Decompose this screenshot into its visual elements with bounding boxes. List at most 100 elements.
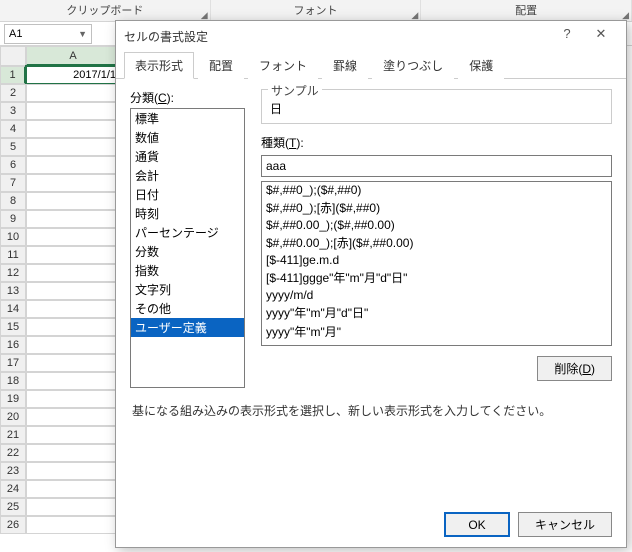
row-header[interactable]: 10	[0, 228, 26, 246]
row-header[interactable]: 8	[0, 192, 26, 210]
category-item[interactable]: 日付	[131, 185, 244, 204]
row-header[interactable]: 14	[0, 300, 26, 318]
delete-button[interactable]: 削除(D)	[537, 356, 612, 381]
category-item[interactable]: 通貨	[131, 147, 244, 166]
cell[interactable]: 2017/1/1	[26, 66, 120, 84]
name-box[interactable]: A1 ▼	[4, 24, 92, 44]
row-header[interactable]: 1	[0, 66, 26, 84]
row-header[interactable]: 2	[0, 84, 26, 102]
chevron-down-icon[interactable]: ▼	[78, 29, 87, 39]
category-item[interactable]: 指数	[131, 261, 244, 280]
row-header[interactable]: 5	[0, 138, 26, 156]
row-header[interactable]: 24	[0, 480, 26, 498]
right-column: サンプル 日 種類(T): $#,##0_);($#,##0)$#,##0_);…	[261, 89, 612, 388]
category-item[interactable]: 分数	[131, 242, 244, 261]
row-header[interactable]: 21	[0, 426, 26, 444]
type-input[interactable]	[261, 155, 612, 177]
help-button[interactable]: ?	[550, 24, 584, 48]
category-listbox[interactable]: 標準数値通貨会計日付時刻パーセンテージ分数指数文字列その他ユーザー定義	[130, 108, 245, 388]
tab-5[interactable]: 保護	[458, 52, 504, 79]
type-item[interactable]: $#,##0.00_);($#,##0.00)	[262, 217, 611, 233]
tab-0[interactable]: 表示形式	[124, 52, 194, 79]
row-header[interactable]: 23	[0, 462, 26, 480]
cell[interactable]	[26, 138, 120, 156]
cell[interactable]	[26, 300, 120, 318]
grid-row: 19	[0, 390, 120, 408]
row-header[interactable]: 7	[0, 174, 26, 192]
cell[interactable]	[26, 264, 120, 282]
dialog-button-row: OK キャンセル	[444, 512, 612, 537]
ribbon-group-label: 配置	[515, 5, 537, 17]
cell[interactable]	[26, 192, 120, 210]
category-item[interactable]: 文字列	[131, 280, 244, 299]
column-header-a[interactable]: A	[26, 46, 120, 66]
row-header[interactable]: 19	[0, 390, 26, 408]
row-header[interactable]: 25	[0, 498, 26, 516]
cell[interactable]	[26, 282, 120, 300]
cell[interactable]	[26, 174, 120, 192]
category-item[interactable]: 数値	[131, 128, 244, 147]
select-all-corner[interactable]	[0, 46, 26, 66]
cell[interactable]	[26, 426, 120, 444]
row-header[interactable]: 11	[0, 246, 26, 264]
tab-4[interactable]: 塗りつぶし	[372, 52, 454, 79]
cell[interactable]	[26, 84, 120, 102]
cell[interactable]	[26, 120, 120, 138]
cell[interactable]	[26, 498, 120, 516]
cell[interactable]	[26, 408, 120, 426]
type-item[interactable]: [$-411]ggge"年"m"月"d"日"	[262, 268, 611, 287]
sample-label: サンプル	[268, 82, 322, 99]
cell[interactable]	[26, 318, 120, 336]
row-header[interactable]: 20	[0, 408, 26, 426]
cancel-button[interactable]: キャンセル	[518, 512, 612, 537]
type-item[interactable]: $#,##0_);($#,##0)	[262, 182, 611, 198]
ok-button[interactable]: OK	[444, 512, 510, 537]
cell[interactable]	[26, 246, 120, 264]
ribbon-group-label: フォント	[294, 5, 338, 17]
category-item[interactable]: パーセンテージ	[131, 223, 244, 242]
type-item[interactable]: [$-411]ge.m.d	[262, 252, 611, 268]
row-header[interactable]: 17	[0, 354, 26, 372]
row-header[interactable]: 18	[0, 372, 26, 390]
category-item[interactable]: ユーザー定義	[131, 318, 244, 337]
row-header[interactable]: 3	[0, 102, 26, 120]
type-item[interactable]: yyyy"年"m"月"	[262, 322, 611, 341]
type-item[interactable]: yyyy"年"m"月"d"日"	[262, 303, 611, 322]
cell[interactable]	[26, 462, 120, 480]
row-header[interactable]: 15	[0, 318, 26, 336]
type-item[interactable]: $#,##0_);[赤]($#,##0)	[262, 198, 611, 217]
row-header[interactable]: 4	[0, 120, 26, 138]
cell[interactable]	[26, 336, 120, 354]
type-item[interactable]: yyyy/m/d	[262, 287, 611, 303]
type-item[interactable]: m"月"d"日"	[262, 341, 611, 346]
row-header[interactable]: 12	[0, 264, 26, 282]
cell[interactable]	[26, 156, 120, 174]
cell[interactable]	[26, 372, 120, 390]
cell[interactable]	[26, 228, 120, 246]
category-item[interactable]: その他	[131, 299, 244, 318]
grid-row: 16	[0, 336, 120, 354]
cell[interactable]	[26, 390, 120, 408]
category-item[interactable]: 会計	[131, 166, 244, 185]
row-header[interactable]: 26	[0, 516, 26, 534]
cell[interactable]	[26, 354, 120, 372]
row-header[interactable]: 9	[0, 210, 26, 228]
tab-1[interactable]: 配置	[198, 52, 244, 79]
cell[interactable]	[26, 480, 120, 498]
row-header[interactable]: 16	[0, 336, 26, 354]
category-item[interactable]: 時刻	[131, 204, 244, 223]
category-item[interactable]: 標準	[131, 109, 244, 128]
cell[interactable]	[26, 444, 120, 462]
dialog-body: 分類(C): 標準数値通貨会計日付時刻パーセンテージ分数指数文字列その他ユーザー…	[116, 79, 626, 427]
row-header[interactable]: 13	[0, 282, 26, 300]
cell[interactable]	[26, 102, 120, 120]
cell[interactable]	[26, 516, 120, 534]
type-item[interactable]: $#,##0.00_);[赤]($#,##0.00)	[262, 233, 611, 252]
row-header[interactable]: 6	[0, 156, 26, 174]
cell[interactable]	[26, 210, 120, 228]
close-button[interactable]: ✕	[584, 24, 618, 48]
type-listbox[interactable]: $#,##0_);($#,##0)$#,##0_);[赤]($#,##0)$#,…	[261, 181, 612, 346]
tab-3[interactable]: 罫線	[322, 52, 368, 79]
row-header[interactable]: 22	[0, 444, 26, 462]
tab-2[interactable]: フォント	[248, 52, 318, 79]
